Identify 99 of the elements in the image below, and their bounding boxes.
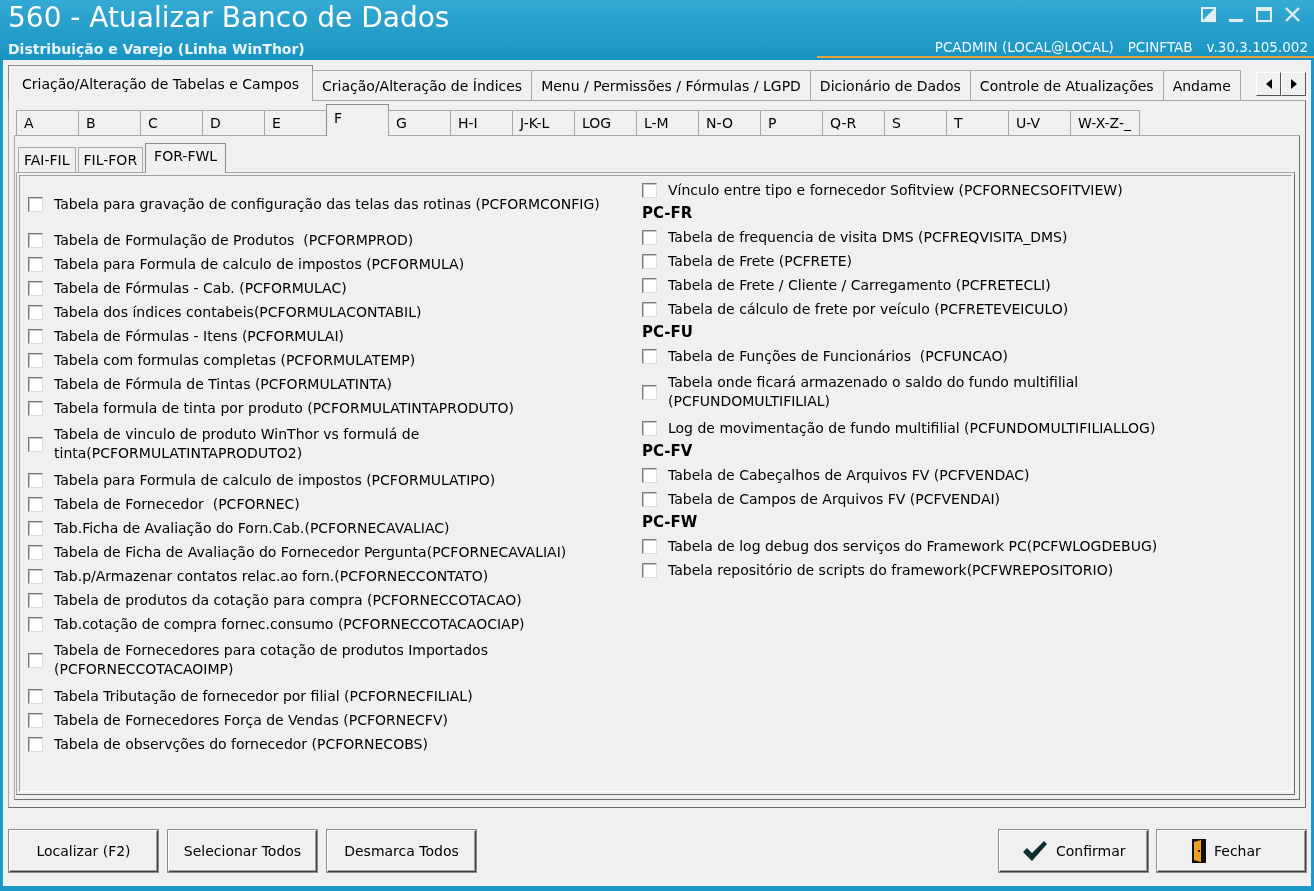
section-heading: PC-FR: [642, 203, 693, 224]
user-label: PCADMIN (LOCAL@LOCAL): [934, 38, 1114, 56]
checkbox[interactable]: [642, 277, 657, 293]
tab[interactable]: FAI-FIL: [18, 147, 76, 172]
checkbox-label: Tab.Ficha de Avaliação do Forn.Cab.(PCFORNECAVALIAC): [54, 518, 450, 538]
tab[interactable]: G: [388, 110, 451, 135]
checkbox[interactable]: [642, 182, 657, 198]
maximize-icon[interactable]: [1256, 7, 1272, 22]
checkbox[interactable]: [642, 301, 657, 317]
tab[interactable]: W-X-Z-_: [1070, 110, 1140, 135]
checkbox[interactable]: [642, 491, 657, 507]
checkbox[interactable]: [28, 568, 43, 584]
checkbox-label: Tabela de Fornecedores para cotação de produtos Importados (PCFORNECCOTACAOIMP): [54, 641, 488, 679]
checkbox-label: Tabela de Fórmulas - Itens (PCFORMULAI): [54, 326, 344, 346]
checkbox-label: Tabela de Cabeçalhos de Arquivos FV (PCFVENDAC): [668, 465, 1030, 485]
scroll-right-button[interactable]: [1281, 71, 1306, 96]
checkbox[interactable]: [28, 520, 43, 536]
checkbox[interactable]: [642, 348, 657, 364]
action-button[interactable]: Localizar (F2): [9, 830, 158, 872]
check-icon: [1022, 840, 1048, 862]
checkbox-label: Tabela de Fórmulas - Cab. (PCFORMULAC): [54, 278, 347, 298]
checkbox-label: Tabela de Fornecedor (PCFORNEC): [54, 494, 300, 514]
checkbox[interactable]: [28, 280, 43, 296]
section-heading: PC-FW: [642, 512, 698, 533]
action-button[interactable]: Selecionar Todos: [168, 830, 317, 872]
version-label: v.30.3.105.002: [1206, 38, 1308, 56]
checkbox-label: Vínculo entre tipo e fornecedor Sofitview (PCFORNECSOFITVIEW): [668, 180, 1123, 200]
tab[interactable]: FIL-FOR: [77, 147, 144, 172]
contrast-icon[interactable]: [1201, 7, 1216, 22]
checkbox-label: Tabela repositório de scripts do framework(PCFWREPOSITORIO): [668, 560, 1114, 580]
checkbox-label: Log de movimentação de fundo multifilial (PCFUNDOMULTIFILIALLOG): [668, 418, 1156, 438]
checkbox[interactable]: [28, 376, 43, 392]
checkbox[interactable]: [28, 736, 43, 752]
checkbox[interactable]: [28, 652, 43, 668]
checkbox-label: Tabela de vinculo de produto WinThor vs formulá de tinta(PCFORMULATINTAPRODUTO2): [54, 425, 420, 463]
checkbox-label: Tabela formula de tinta por produto (PCFORMULATINTAPRODUTO): [54, 398, 515, 418]
checkbox[interactable]: [28, 352, 43, 368]
checkbox-label: Tabela Tributação de fornecedor por filial (PCFORNECFILIAL): [54, 686, 473, 706]
right-triangle-icon: [1290, 78, 1297, 89]
confirm-button[interactable]: Confirmar: [999, 830, 1148, 872]
checkbox-label: Tabela de Funções de Funcionários (PCFUNCAO): [668, 346, 1008, 366]
checkbox-label: Tabela onde ficará armazenado o saldo do fundo multifilial (PCFUNDOMULTIFILIAL): [668, 373, 1079, 411]
checkbox-label: Tabela para gravação de configuração das telas das rotinas (PCFORMCONFIG): [54, 194, 600, 214]
checkbox[interactable]: [28, 436, 43, 452]
tab[interactable]: Criação/Alteração de Índices: [312, 70, 533, 100]
checkbox[interactable]: [28, 304, 43, 320]
checkbox[interactable]: [28, 196, 43, 212]
checkbox-label: Tabela de produtos da cotação para compra (PCFORNECCOTACAO): [54, 590, 522, 610]
tab[interactable]: Andame: [1162, 70, 1241, 100]
checkbox[interactable]: [28, 496, 43, 512]
close-button[interactable]: Fechar: [1157, 830, 1306, 872]
checkbox[interactable]: [28, 232, 43, 248]
tab[interactable]: FOR-FWL: [145, 143, 227, 173]
checkbox-label: Tabela de Frete / Cliente / Carregamento (PCFRETECLI): [668, 275, 1051, 295]
checkbox-label: Tabela de log debug dos serviços do Framework PC(PCFWLOGDEBUG): [668, 536, 1158, 556]
checkbox[interactable]: [642, 562, 657, 578]
checkbox-label: Tabela para Formula de calculo de impostos (PCFORMULA): [54, 254, 465, 274]
module-label: PCINFTAB: [1127, 38, 1193, 56]
section-heading: PC-FU: [642, 322, 693, 343]
tab[interactable]: A: [16, 110, 79, 135]
checkbox-label: Tabela dos índices contabeis(PCFORMULACONTABIL): [54, 302, 422, 322]
left-triangle-icon: [1265, 78, 1272, 89]
checkbox-label: Tabela para Formula de calculo de impostos (PCFORMULATIPO): [54, 470, 496, 490]
checkbox-label: Tabela de observções do fornecedor (PCFORNECOBS): [54, 734, 428, 754]
checkbox-label: Tabela de frequencia de visita DMS (PCFREQVISITA_DMS): [668, 227, 1068, 247]
checkbox-label: Tab.cotação de compra fornec.consumo (PCFORNECCOTACAOCIAP): [54, 614, 525, 634]
checkbox-label: Tabela de Fórmula de Tintas (PCFORMULATINTA): [54, 374, 392, 394]
checkbox-label: Tabela de cálculo de frete por veículo (PCFRETEVEICULO): [668, 299, 1069, 319]
checkbox[interactable]: [28, 400, 43, 416]
checkbox[interactable]: [28, 688, 43, 704]
checkbox[interactable]: [28, 712, 43, 728]
checkbox[interactable]: [28, 616, 43, 632]
checkbox[interactable]: [642, 229, 657, 245]
checkbox[interactable]: [28, 328, 43, 344]
section-heading: PC-FV: [642, 441, 693, 462]
checkbox[interactable]: [642, 384, 657, 400]
checkbox-label: Tab.p/Armazenar contatos relac.ao forn.(PCFORNECCONTATO): [54, 566, 489, 586]
action-button[interactable]: Desmarca Todos: [327, 830, 476, 872]
tab[interactable]: Criação/Alteração de Tabelas e Campos: [8, 65, 314, 101]
checkbox-label: Tabela com formulas completas (PCFORMULATEMP): [54, 350, 416, 370]
window-title: 560 - Atualizar Banco de Dados: [8, 0, 450, 36]
checkbox-label: Tabela de Campos de Arquivos FV (PCFVENDAI): [668, 489, 1001, 509]
door-icon: [1192, 839, 1206, 863]
checkbox[interactable]: [28, 544, 43, 560]
checkbox[interactable]: [28, 256, 43, 272]
checkbox[interactable]: [642, 253, 657, 269]
checkbox[interactable]: [28, 592, 43, 608]
checkbox[interactable]: [642, 467, 657, 483]
tab[interactable]: F: [326, 104, 389, 136]
scroll-left-button[interactable]: [1256, 71, 1281, 96]
window-subtitle: Distribuição e Varejo (Linha WinThor): [8, 40, 305, 58]
close-icon[interactable]: [1285, 7, 1300, 22]
checkbox-label: Tabela de Fornecedores Força de Vendas (PCFORNECFV): [54, 710, 448, 730]
checkbox-label: Tabela de Frete (PCFRETE): [668, 251, 852, 271]
checkbox-label: Tabela de Ficha de Avaliação do Fornecedor Pergunta(PCFORNECAVALIAI): [54, 542, 567, 562]
checkbox[interactable]: [642, 420, 657, 436]
checkbox[interactable]: [28, 472, 43, 488]
checkbox-label: Tabela de Formulação de Produtos (PCFORMPROD): [54, 230, 414, 250]
checkbox[interactable]: [642, 538, 657, 554]
